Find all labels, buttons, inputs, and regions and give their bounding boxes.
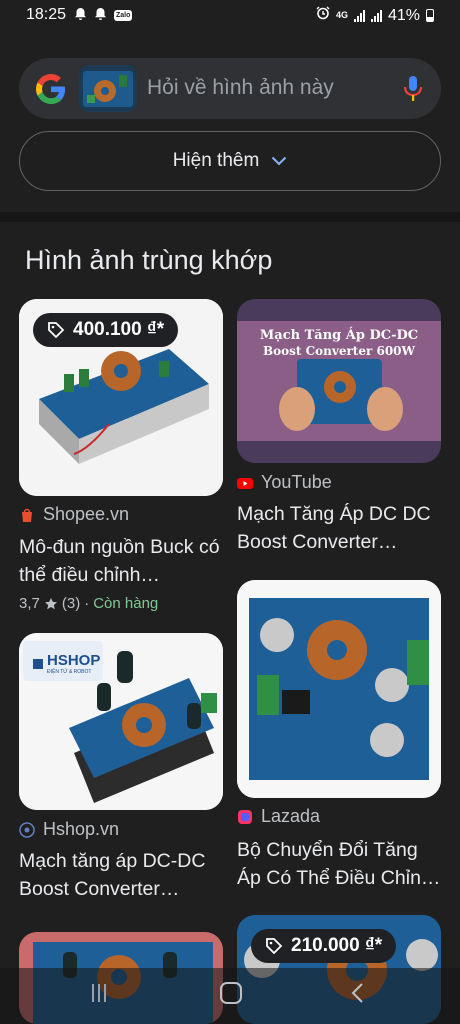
price-label: 400.100 ₫* bbox=[73, 319, 165, 340]
signal-icon bbox=[370, 9, 382, 22]
status-bar: 18:25 Zalo 4G 41% bbox=[0, 0, 460, 32]
result-rating: 3,7 (3) · Còn hàng bbox=[19, 595, 158, 612]
show-more-label: Hiện thêm bbox=[172, 150, 260, 171]
search-image-thumbnail[interactable] bbox=[79, 65, 137, 112]
stock-status: Còn hàng bbox=[93, 595, 159, 612]
status-right: 4G 41% bbox=[316, 6, 434, 25]
chevron-down-icon bbox=[272, 156, 287, 166]
star-icon bbox=[44, 597, 57, 609]
source-name: Shopee.vn bbox=[43, 504, 130, 524]
result-title[interactable]: Mạch Tăng Áp DC DC Boost Converter… bbox=[237, 500, 442, 556]
section-title: Hình ảnh trùng khớp bbox=[25, 245, 273, 275]
price-label: 210.000 ₫* bbox=[291, 935, 383, 956]
section-divider bbox=[0, 212, 460, 222]
source-name: Hshop.vn bbox=[43, 819, 120, 839]
google-logo bbox=[36, 74, 66, 104]
mic-icon[interactable] bbox=[403, 75, 423, 103]
result-image-4[interactable] bbox=[237, 580, 441, 798]
network-type: 4G bbox=[335, 10, 348, 20]
battery-icon bbox=[426, 9, 434, 22]
rating-value: 3,7 bbox=[19, 595, 40, 612]
hshop-brand-text: HSHOP bbox=[47, 652, 101, 669]
price-badge: 210.000 ₫* bbox=[251, 929, 397, 963]
navigation-bar bbox=[0, 968, 460, 1024]
hshop-brand-sub: ĐIỆN TỬ & ROBOT bbox=[47, 669, 92, 675]
price-tag-icon bbox=[48, 322, 65, 339]
hshop-icon bbox=[19, 821, 35, 838]
status-time: 18:25 bbox=[26, 6, 67, 23]
result-title[interactable]: Bộ Chuyển Đổi Tăng Áp Có Thể Điều Chỉn… bbox=[237, 836, 442, 892]
home-button[interactable] bbox=[220, 982, 242, 1004]
bell-icon bbox=[74, 7, 87, 24]
recent-apps-button[interactable] bbox=[92, 984, 112, 1006]
price-tag-icon bbox=[266, 938, 283, 955]
back-button[interactable] bbox=[350, 982, 366, 1004]
result-image-3[interactable]: HSHOP ĐIỆN TỬ & ROBOT bbox=[19, 633, 223, 810]
video-caption-2: Boost Converter 600W bbox=[262, 344, 416, 358]
search-bar[interactable]: Hỏi về hình ảnh này bbox=[19, 58, 441, 119]
result-source[interactable]: Hshop.vn bbox=[19, 819, 119, 840]
alarm-icon bbox=[316, 6, 330, 25]
result-source[interactable]: Shopee.vn bbox=[19, 504, 129, 525]
lazada-icon bbox=[238, 809, 252, 824]
signal-icon bbox=[353, 9, 365, 22]
shopee-icon bbox=[22, 508, 32, 522]
source-name: YouTube bbox=[261, 472, 332, 492]
show-more-button[interactable]: Hiện thêm bbox=[19, 131, 441, 191]
result-title[interactable]: Mạch tăng áp DC-DC Boost Converter… bbox=[19, 847, 224, 903]
youtube-icon bbox=[237, 477, 253, 489]
zalo-icon: Zalo bbox=[114, 10, 133, 21]
result-source[interactable]: YouTube bbox=[237, 472, 332, 493]
video-caption-1: Mạch Tăng Áp DC-DC bbox=[259, 328, 419, 343]
source-name: Lazada bbox=[261, 806, 321, 826]
result-image-2[interactable]: Mạch Tăng Áp DC-DC Boost Converter 600W bbox=[237, 299, 441, 463]
bell-icon bbox=[94, 7, 107, 24]
notification-icons: Zalo bbox=[74, 7, 133, 24]
battery-percent: 41% bbox=[387, 6, 420, 24]
rating-separator: · bbox=[84, 595, 90, 612]
result-title[interactable]: Mô-đun nguồn Buck có thể điều chỉnh… bbox=[19, 533, 224, 589]
price-badge: 400.100 ₫* bbox=[33, 313, 179, 347]
review-count: (3) bbox=[61, 595, 81, 612]
result-source[interactable]: Lazada bbox=[237, 806, 320, 827]
search-placeholder: Hỏi về hình ảnh này bbox=[147, 76, 334, 99]
